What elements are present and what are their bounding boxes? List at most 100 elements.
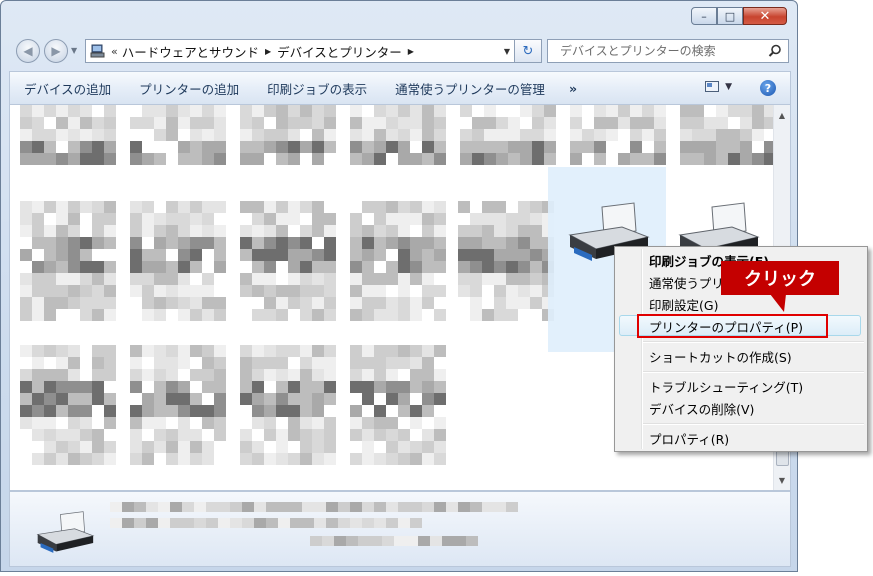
mosaic-cell <box>252 417 264 429</box>
mosaic-cell <box>386 453 398 465</box>
mosaic-cell <box>506 309 518 321</box>
mosaic-cell <box>374 381 386 393</box>
mosaic-cell <box>80 369 92 381</box>
refresh-button[interactable]: ↻ <box>515 39 542 63</box>
menu-item-properties[interactable]: プロパティ(R) <box>649 429 729 448</box>
mosaic-cell <box>288 237 300 249</box>
mosaic-cell <box>44 105 56 117</box>
breadcrumb-separator-icon[interactable]: ▶ <box>408 47 414 56</box>
mosaic-cell <box>240 393 252 405</box>
mosaic-cell <box>410 153 422 165</box>
change-view-button[interactable]: ▼ <box>705 81 732 92</box>
close-button[interactable]: ✕ <box>743 7 787 25</box>
mosaic-cell <box>362 201 374 213</box>
mosaic-cell <box>398 405 410 417</box>
mosaic-cell <box>56 225 68 237</box>
mosaic-cell <box>20 405 32 417</box>
mosaic-cell <box>484 105 496 117</box>
mosaic-cell <box>692 129 704 141</box>
address-dropdown-icon[interactable]: ▼ <box>504 47 510 56</box>
mosaic-cell <box>362 309 374 321</box>
more-commands-button[interactable]: » <box>559 81 587 96</box>
address-bar[interactable]: « ハードウェアとサウンド ▶ デバイスとプリンター ▶ ▼ <box>85 39 515 63</box>
mosaic-cell <box>494 309 506 321</box>
details-mosaic-cell <box>194 518 206 528</box>
manage-default-printer-button[interactable]: 通常使うプリンターの管理 <box>381 79 559 98</box>
mosaic-cell <box>740 141 752 153</box>
mosaic-cell <box>434 249 446 261</box>
mosaic-cell <box>104 309 116 321</box>
mosaic-cell <box>214 201 226 213</box>
mosaic-cell <box>240 381 252 393</box>
mosaic-cell <box>240 117 252 129</box>
mosaic-cell <box>190 285 202 297</box>
mosaic-cell <box>374 369 386 381</box>
forward-button[interactable]: ▶ <box>44 39 68 63</box>
mosaic-cell <box>362 381 374 393</box>
mosaic-cell <box>728 117 740 129</box>
mosaic-cell <box>410 213 422 225</box>
mosaic-cell <box>178 261 190 273</box>
mosaic-cell <box>166 381 178 393</box>
scroll-up-icon[interactable]: ▲ <box>774 107 790 123</box>
mosaic-cell <box>410 453 422 465</box>
search-box[interactable] <box>547 39 789 63</box>
add-printer-button[interactable]: プリンターの追加 <box>125 79 253 98</box>
mosaic-cell <box>154 237 166 249</box>
help-button[interactable]: ? <box>760 80 776 96</box>
mosaic-cell <box>240 453 252 465</box>
breadcrumb-hardware-sound[interactable]: ハードウェアとサウンド <box>122 42 259 61</box>
mosaic-cell <box>300 381 312 393</box>
mosaic-cell <box>80 405 92 417</box>
breadcrumb-separator-icon[interactable]: ▶ <box>265 47 271 56</box>
annotation-callout: クリック <box>721 261 839 295</box>
address-overflow[interactable]: « <box>111 45 118 58</box>
command-bar: デバイスの追加 プリンターの追加 印刷ジョブの表示 通常使うプリンターの管理 »… <box>9 71 791 105</box>
mosaic-cell <box>130 117 142 129</box>
scrollbar-thumb[interactable] <box>776 450 789 466</box>
scroll-down-icon[interactable]: ▼ <box>774 472 790 488</box>
recent-pages-dropdown[interactable]: ▼ <box>71 46 77 55</box>
breadcrumb-devices-printers[interactable]: デバイスとプリンター <box>277 42 402 61</box>
mosaic-cell <box>92 405 104 417</box>
menu-item-remove-device[interactable]: デバイスの削除(V) <box>649 399 754 418</box>
mosaic-cell <box>202 249 214 261</box>
mosaic-cell <box>202 417 214 429</box>
minimize-button[interactable]: – <box>691 7 717 25</box>
mosaic-cell <box>582 105 594 117</box>
mosaic-cell <box>264 345 276 357</box>
mosaic-cell <box>178 297 190 309</box>
mosaic-cell <box>20 225 32 237</box>
mosaic-cell <box>422 129 434 141</box>
mosaic-cell <box>44 261 56 273</box>
search-input[interactable] <box>558 43 762 59</box>
back-button[interactable]: ◀ <box>16 39 40 63</box>
search-icon[interactable] <box>768 44 782 58</box>
details-mosaic-cell <box>382 536 394 546</box>
menu-item-create-shortcut[interactable]: ショートカットの作成(S) <box>649 347 792 366</box>
mosaic-cell <box>518 201 530 213</box>
mosaic-cell <box>240 357 252 369</box>
mosaic-cell <box>178 201 190 213</box>
mosaic-cell <box>68 417 80 429</box>
mosaic-cell <box>68 357 80 369</box>
menu-item-troubleshoot[interactable]: トラブルシューティング(T) <box>649 377 803 396</box>
maximize-button[interactable]: □ <box>717 7 743 25</box>
mosaic-cell <box>190 237 202 249</box>
mosaic-cell <box>518 273 530 285</box>
mosaic-cell <box>324 249 336 261</box>
details-mosaic-cell <box>110 518 122 528</box>
mosaic-cell <box>374 117 386 129</box>
mosaic-cell <box>142 429 154 441</box>
mosaic-cell <box>190 273 202 285</box>
mosaic-cell <box>434 237 446 249</box>
menu-item-printing-preferences[interactable]: 印刷設定(G) <box>649 295 718 314</box>
see-print-jobs-button[interactable]: 印刷ジョブの表示 <box>253 79 381 98</box>
mosaic-cell <box>104 417 116 429</box>
mosaic-cell <box>582 129 594 141</box>
mosaic-cell <box>350 141 362 153</box>
mosaic-cell <box>374 393 386 405</box>
mosaic-cell <box>252 249 264 261</box>
add-device-button[interactable]: デバイスの追加 <box>10 79 125 98</box>
mosaic-cell <box>92 273 104 285</box>
